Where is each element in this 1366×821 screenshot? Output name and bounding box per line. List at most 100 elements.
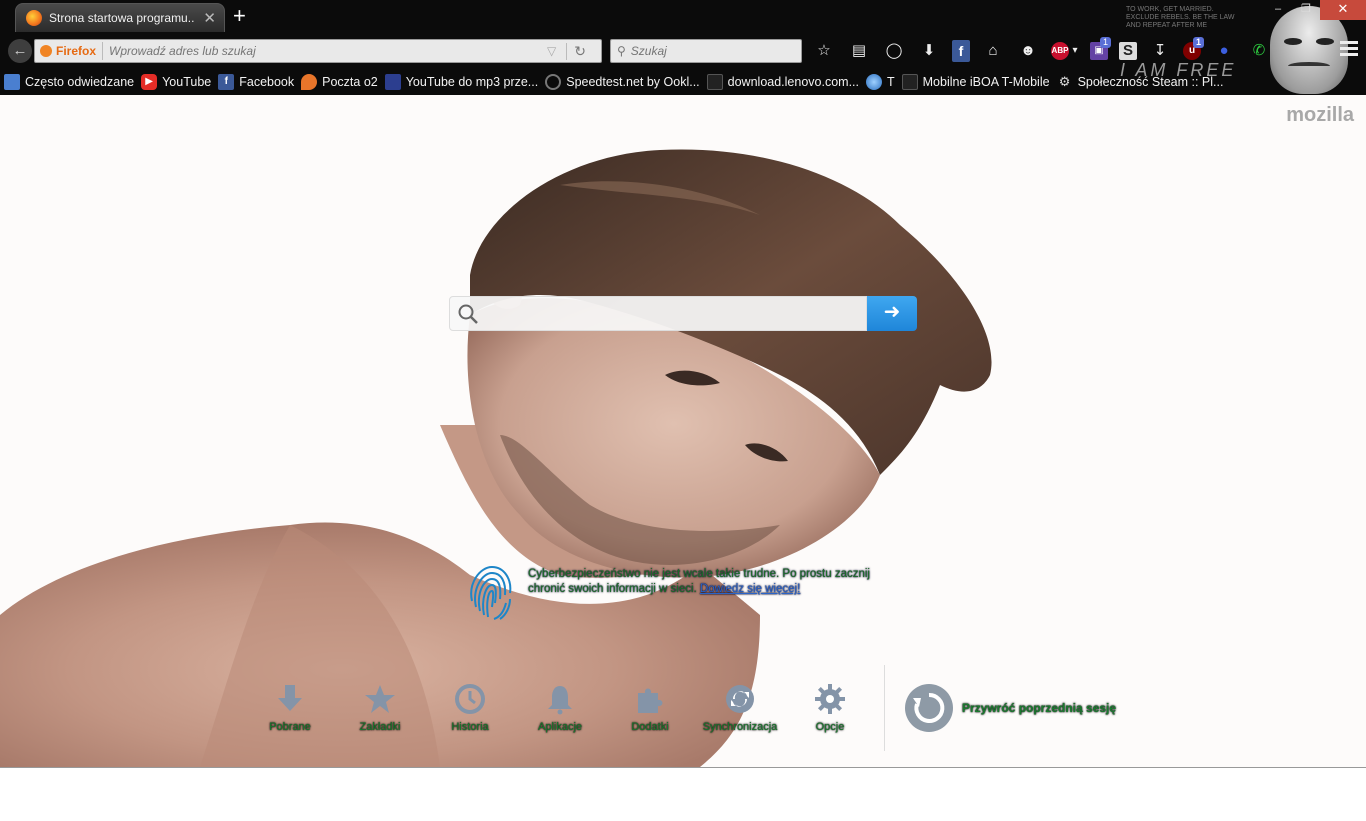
- tab-title: Strona startowa programu...: [49, 11, 196, 25]
- search-icon: [458, 304, 478, 324]
- bookmark-item[interactable]: f Facebook: [218, 74, 294, 90]
- bookmark-item[interactable]: YouTube do mp3 prze...: [384, 74, 539, 90]
- bookmark-label: Facebook: [239, 75, 295, 89]
- gear-icon: [815, 684, 845, 714]
- apps-launcher-button[interactable]: Aplikacje: [515, 681, 605, 733]
- minimize-button[interactable]: –: [1264, 0, 1292, 20]
- steam-icon: ⚙: [1058, 74, 1071, 89]
- facebook-icon: f: [218, 74, 235, 90]
- firefox-favicon-icon: [26, 10, 42, 26]
- bookmark-item[interactable]: Poczta o2: [301, 74, 378, 90]
- toolbar-icons: ☆ ▤ ◯ ⬇ f ⌂ ☻ ABP ▾ ▣ 1 S ↧ u1 ● ✆: [812, 37, 1282, 63]
- bookmark-item[interactable]: Speedtest.net by Ookl...: [545, 74, 700, 90]
- save-download-icon[interactable]: ↧: [1148, 40, 1172, 62]
- close-tab-icon[interactable]: ✕: [203, 9, 216, 27]
- learn-more-link[interactable]: Dowiedz się więcej!: [700, 583, 800, 595]
- bookmark-label: T: [887, 75, 895, 89]
- adblock-plus-icon[interactable]: ABP: [1051, 42, 1069, 60]
- extension-blue-icon[interactable]: ●: [1212, 40, 1236, 62]
- home-icon[interactable]: ⌂: [981, 40, 1005, 62]
- navigation-bar: ← Firefox ▽ ↻ ⚲ ☆ ▤ ◯ ⬇ f ⌂ ☻ ABP ▾ ▣1 S: [0, 34, 1366, 67]
- yt-mp3-icon: [384, 74, 401, 90]
- url-input[interactable]: [109, 44, 540, 58]
- restore-session-label: Przywróć poprzednią sesję: [962, 701, 1117, 715]
- page-bottom-area: [0, 767, 1366, 821]
- balloon-icon: [301, 74, 318, 90]
- sync-launcher-button[interactable]: Synchronizacja: [695, 681, 785, 733]
- web-search-field[interactable]: [449, 296, 867, 331]
- arrow-right-icon: ➜: [883, 301, 901, 323]
- arrow-left-icon: ←: [12, 42, 28, 59]
- chevron-down-icon[interactable]: ▾: [1071, 40, 1079, 62]
- maximize-button[interactable]: ❐: [1292, 0, 1320, 20]
- sync-icon: [726, 685, 754, 713]
- active-tab[interactable]: Strona startowa programu... ✕: [15, 3, 225, 32]
- search-input[interactable]: [630, 44, 791, 58]
- bookmark-item[interactable]: Często odwiedzane: [4, 74, 134, 90]
- ublock-icon[interactable]: u1: [1183, 37, 1204, 60]
- web-search-form: ➜: [449, 296, 917, 331]
- youtube-icon: ▶: [141, 74, 158, 90]
- new-tab-page: mozilla ➜ Cyberbezpieczeństwo nie jest w…: [0, 95, 1366, 767]
- bookmark-label: Mobilne iBOA T-Mobile: [922, 75, 1050, 89]
- bookmark-label: Poczta o2: [322, 75, 378, 89]
- page-icon: [901, 74, 918, 90]
- launcher-label: Pobrane: [269, 721, 311, 733]
- web-search-input[interactable]: [485, 298, 855, 329]
- new-tab-button[interactable]: +: [233, 4, 246, 28]
- bookmark-item[interactable]: Mobilne iBOA T-Mobile: [901, 74, 1050, 90]
- launcher-divider: [884, 665, 885, 751]
- folder-icon: [4, 74, 20, 90]
- whatsapp-icon[interactable]: ✆: [1247, 40, 1271, 62]
- restore-session-button[interactable]: Przywróć poprzednią sesję: [905, 684, 1116, 732]
- reload-icon[interactable]: ↻: [566, 42, 586, 60]
- bookmark-item[interactable]: ⚙ Społeczność Steam :: Pl...: [1057, 74, 1224, 90]
- tab-bar: Strona startowa programu... ✕ + – ❐ ✕: [0, 0, 1366, 34]
- chat-icon[interactable]: ☻: [1016, 40, 1040, 62]
- bookmark-label: YouTube do mp3 prze...: [405, 75, 539, 89]
- search-bar[interactable]: ⚲: [610, 39, 802, 63]
- bell-icon: [548, 686, 572, 715]
- globe-icon: [866, 74, 882, 90]
- bookmark-item[interactable]: ▶ YouTube: [141, 74, 211, 90]
- addons-launcher-button[interactable]: Dodatki: [605, 681, 695, 733]
- twitch-icon[interactable]: ▣ 1: [1090, 37, 1111, 60]
- hamburger-menu-icon[interactable]: [1340, 41, 1358, 57]
- snippet-text: Cyberbezpieczeństwo nie jest wcale takie…: [528, 567, 898, 597]
- browser-chrome: TO WORK, GET MARRIED. EXCLUDE REBELS. BE…: [0, 0, 1366, 95]
- bookmark-item[interactable]: T: [866, 74, 895, 90]
- launcher-label: Opcje: [815, 721, 845, 733]
- restore-icon: [905, 684, 953, 732]
- pocket-icon[interactable]: ◯: [882, 40, 906, 62]
- firefox-icon: [40, 45, 52, 57]
- downloads-launcher-button[interactable]: Pobrane: [245, 681, 335, 733]
- dropdown-arrow-icon[interactable]: ▽: [547, 44, 556, 58]
- identity-label: Firefox: [56, 44, 97, 58]
- background-portrait-image: [0, 95, 1366, 767]
- url-bar[interactable]: Firefox ▽ ↻: [34, 39, 602, 63]
- bookmark-label: YouTube: [162, 75, 212, 89]
- search-submit-button[interactable]: ➜: [867, 296, 917, 331]
- s-extension-icon[interactable]: S: [1119, 42, 1137, 60]
- identity-box[interactable]: Firefox: [35, 42, 104, 60]
- reading-list-icon[interactable]: ▤: [847, 40, 871, 62]
- search-icon: ⚲: [617, 44, 626, 58]
- speedtest-icon: [545, 74, 562, 90]
- facebook-extension-icon[interactable]: f: [952, 40, 970, 62]
- history-launcher-button[interactable]: Historia: [425, 681, 515, 733]
- clock-icon: [455, 684, 485, 714]
- options-launcher-button[interactable]: Opcje: [785, 681, 875, 733]
- bookmark-star-icon[interactable]: ☆: [812, 40, 836, 62]
- bookmark-label: Społeczność Steam :: Pl...: [1077, 75, 1224, 89]
- bookmark-item[interactable]: download.lenovo.com...: [706, 74, 859, 90]
- launcher-label: Historia: [451, 721, 489, 733]
- fingerprint-icon: [470, 565, 512, 620]
- back-button[interactable]: ←: [8, 39, 32, 63]
- bookmarks-launcher-button[interactable]: Zakładki: [335, 681, 425, 733]
- launcher-label: Zakładki: [359, 721, 401, 733]
- download-icon: [278, 685, 302, 711]
- puzzle-icon: [638, 688, 663, 713]
- page-icon: [706, 74, 723, 90]
- downloads-icon[interactable]: ⬇: [917, 40, 941, 62]
- close-window-button[interactable]: ✕: [1320, 0, 1366, 20]
